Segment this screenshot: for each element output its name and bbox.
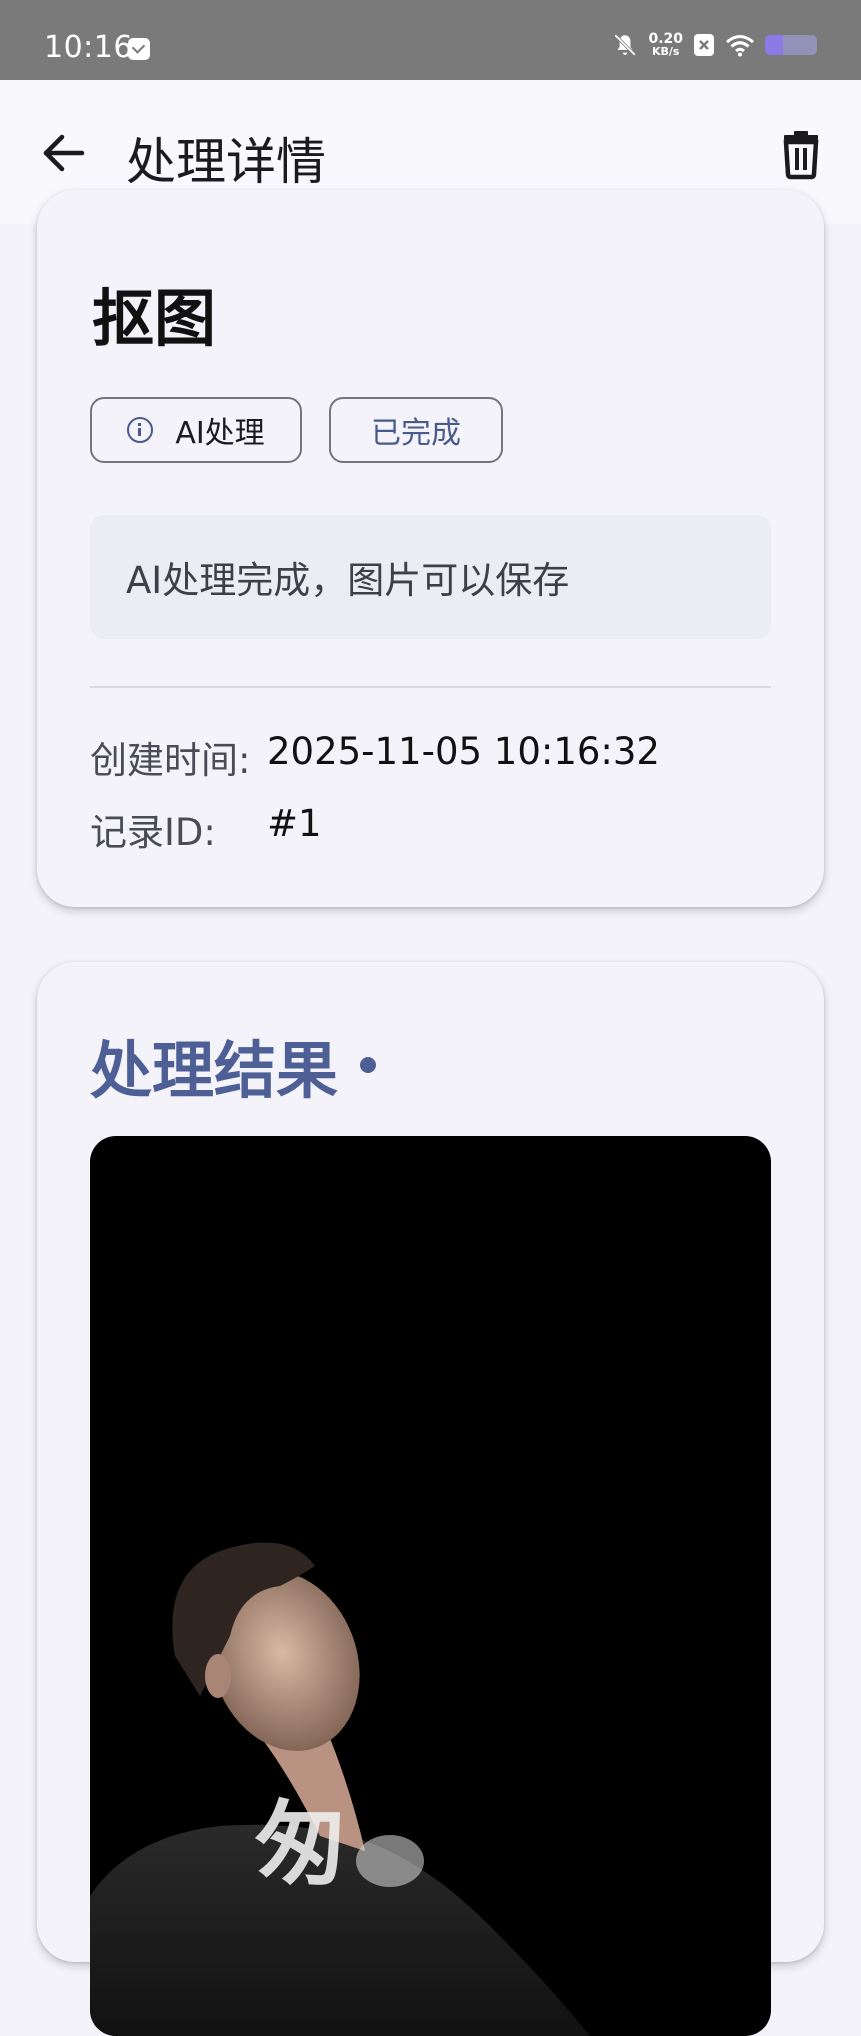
wifi-icon <box>726 35 754 57</box>
record-id-value: #1 <box>267 802 322 845</box>
status-indicators: 0.20 KB/s <box>612 32 817 58</box>
info-icon <box>127 417 154 443</box>
battery-icon <box>765 35 817 55</box>
created-time-value: 2025-11-05 10:16:32 <box>267 730 660 773</box>
network-speed: 0.20 KB/s <box>648 32 683 58</box>
result-title-text: 处理结果 <box>90 1034 339 1107</box>
sim-off-icon <box>694 34 714 56</box>
image-overlay-text: 匆 <box>254 1790 347 1898</box>
network-speed-unit: KB/s <box>651 45 680 58</box>
record-type-title: 抠图 <box>92 282 217 355</box>
record-id-row: 记录ID: #1 <box>90 802 322 856</box>
result-card: 处理结果 匆 <box>37 962 824 2036</box>
network-speed-value: 0.20 <box>648 31 683 47</box>
status-chip[interactable]: 已完成 <box>329 397 503 463</box>
record-info-card: 抠图 AI处理 已完成 AI处理完成，图片可以保存 创建时间: 2025-11-… <box>37 190 824 907</box>
status-message: AI处理完成，图片可以保存 <box>126 559 570 602</box>
back-button[interactable] <box>36 125 92 181</box>
message-notification-icon <box>128 38 150 60</box>
result-title: 处理结果 <box>90 1020 377 1110</box>
divider <box>90 686 771 688</box>
status-time: 10:16 <box>44 30 133 65</box>
trash-icon <box>783 131 819 180</box>
arrow-back-icon <box>43 134 85 172</box>
status-chip-label: 已完成 <box>371 416 461 451</box>
created-time-label: 创建时间: <box>90 739 251 782</box>
mute-bell-icon <box>614 34 637 56</box>
cutout-person-image: 匆 <box>90 1542 590 2036</box>
status-bar: 10:16 0.20 KB/s <box>0 0 861 80</box>
type-chip-label: AI处理 <box>175 416 265 451</box>
created-time-row: 创建时间: 2025-11-05 10:16:32 <box>90 730 660 784</box>
page-title: 处理详情 <box>126 133 326 191</box>
status-message-box: AI处理完成，图片可以保存 <box>90 515 771 639</box>
result-image[interactable]: 匆 <box>90 1136 771 2036</box>
type-chip[interactable]: AI处理 <box>90 397 302 463</box>
battery-level <box>765 35 784 55</box>
delete-button[interactable] <box>773 126 829 182</box>
record-id-label: 记录ID: <box>90 811 216 854</box>
result-indicator-dot <box>360 1057 377 1073</box>
